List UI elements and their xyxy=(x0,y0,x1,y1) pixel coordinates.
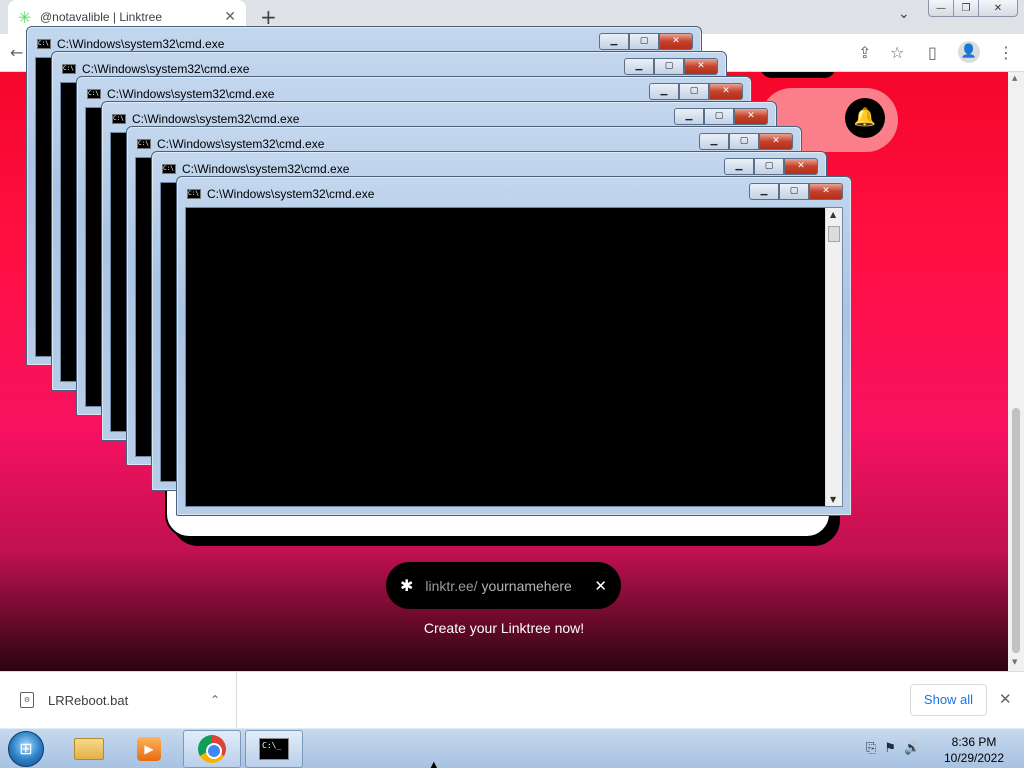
download-file-name: LRReboot.bat xyxy=(48,692,129,708)
page-scrollbar[interactable]: ▲ ▼ xyxy=(1008,72,1024,671)
side-panel-icon[interactable]: ▯ xyxy=(928,43,937,62)
bookmark-star-icon[interactable]: ☆ xyxy=(890,43,904,62)
cmd-window-title: C:\Windows\system32\cmd.exe xyxy=(132,112,300,126)
taskbar-chrome[interactable] xyxy=(183,730,241,768)
cmd-window-title: C:\Windows\system32\cmd.exe xyxy=(107,87,275,101)
window-maximize-button[interactable]: ❐ xyxy=(953,0,979,17)
cmd-maximize-button[interactable]: ▢ xyxy=(729,133,759,150)
clock[interactable]: 8:36 PM 10/29/2022 xyxy=(936,734,1012,766)
linktree-asterisk-icon: ✱ xyxy=(400,576,414,595)
mouse-cursor-icon: ▲ xyxy=(430,760,438,768)
cmd-icon: C:\_ xyxy=(259,738,289,760)
cmd-window-title: C:\Windows\system32\cmd.exe xyxy=(207,187,375,201)
cmd-close-button[interactable]: ✕ xyxy=(759,133,793,150)
tab-search-icon[interactable]: ⌄ xyxy=(898,6,910,22)
scroll-up-icon[interactable]: ▲ xyxy=(1012,74,1017,82)
claim-username-bar[interactable]: ✱ linktr.ee/ yournamehere ✕ xyxy=(386,562,621,609)
share-icon[interactable]: ⇪ xyxy=(858,43,871,62)
start-button[interactable]: ⊞ xyxy=(8,731,44,767)
cmd-close-button[interactable]: ✕ xyxy=(659,33,693,50)
cmd-window-title: C:\Windows\system32\cmd.exe xyxy=(82,62,250,76)
scroll-up-icon[interactable]: ▲ xyxy=(830,210,836,219)
close-downloads-icon[interactable]: ✕ xyxy=(999,690,1012,708)
network-icon[interactable]: ⎘ xyxy=(866,741,876,756)
cta-text[interactable]: Create your Linktree now! xyxy=(0,620,1008,636)
bell-icon[interactable]: 🔔 xyxy=(845,98,885,138)
profile-avatar-icon[interactable]: 👤 xyxy=(958,41,980,63)
folder-icon xyxy=(74,738,104,760)
download-item[interactable]: ⚙ LRReboot.bat ⌃ xyxy=(0,672,237,728)
username-input[interactable]: yournamehere xyxy=(482,578,595,594)
downloads-bar: ⚙ LRReboot.bat ⌃ Show all ✕ xyxy=(0,671,1024,728)
cmd-icon: C:\ xyxy=(112,114,126,124)
menu-kebab-icon[interactable]: ⋮ xyxy=(998,43,1014,62)
tab-title: @notavalible | Linktree xyxy=(40,10,163,24)
cmd-close-button[interactable]: ✕ xyxy=(784,158,818,175)
show-all-button[interactable]: Show all xyxy=(910,684,987,716)
cmd-maximize-button[interactable]: ▢ xyxy=(629,33,659,50)
chrome-icon xyxy=(198,735,226,763)
taskbar-explorer[interactable] xyxy=(60,730,118,768)
cmd-window-title: C:\Windows\system32\cmd.exe xyxy=(182,162,350,176)
cmd-icon: C:\ xyxy=(62,64,76,74)
scroll-down-icon[interactable]: ▼ xyxy=(1012,658,1017,666)
window-close-button[interactable]: ✕ xyxy=(978,0,1018,17)
back-arrow-icon[interactable]: ← xyxy=(10,43,23,62)
url-prefix: linktr.ee/ xyxy=(425,577,478,594)
cmd-console[interactable]: ▲▼ xyxy=(185,207,843,507)
cmd-minimize-button[interactable]: ▁ xyxy=(724,158,754,175)
cmd-minimize-button[interactable]: ▁ xyxy=(649,83,679,100)
cmd-icon: C:\ xyxy=(37,39,51,49)
cmd-minimize-button[interactable]: ▁ xyxy=(674,108,704,125)
cmd-window-title: C:\Windows\system32\cmd.exe xyxy=(157,137,325,151)
cmd-minimize-button[interactable]: ▁ xyxy=(599,33,629,50)
media-player-icon: ▶ xyxy=(137,737,161,761)
taskbar-media-player[interactable]: ▶ xyxy=(120,730,178,768)
batch-file-icon: ⚙ xyxy=(20,692,34,708)
cmd-close-button[interactable]: ✕ xyxy=(809,183,843,200)
system-tray: ⎘ ⚑ 🔊 xyxy=(866,741,920,756)
volume-icon[interactable]: 🔊 xyxy=(904,741,920,756)
cmd-maximize-button[interactable]: ▢ xyxy=(779,183,809,200)
claim-close-icon[interactable]: ✕ xyxy=(594,577,607,595)
scroll-down-icon[interactable]: ▼ xyxy=(830,495,836,504)
tab-close-icon[interactable]: ✕ xyxy=(224,9,236,25)
window-minimize-button[interactable]: — xyxy=(928,0,954,17)
header-shape xyxy=(760,72,836,78)
windows-taskbar: ⊞ ▶ C:\_ ⎘ ⚑ 🔊 8:36 PM 10/29/2022 xyxy=(0,728,1024,768)
cmd-scrollbar[interactable]: ▲▼ xyxy=(825,208,842,506)
cmd-minimize-button[interactable]: ▁ xyxy=(624,58,654,75)
cmd-close-button[interactable]: ✕ xyxy=(734,108,768,125)
cmd-maximize-button[interactable]: ▢ xyxy=(679,83,709,100)
clock-date: 10/29/2022 xyxy=(943,751,1005,765)
cmd-window-title: C:\Windows\system32\cmd.exe xyxy=(57,37,225,51)
cmd-scroll-thumb[interactable] xyxy=(828,226,840,242)
cmd-icon: C:\ xyxy=(87,89,101,99)
cmd-minimize-button[interactable]: ▁ xyxy=(699,133,729,150)
cmd-icon: C:\ xyxy=(187,189,201,199)
scroll-thumb[interactable] xyxy=(1012,408,1020,653)
cmd-minimize-button[interactable]: ▁ xyxy=(749,183,779,200)
action-center-icon[interactable]: ⚑ xyxy=(884,741,896,756)
linktree-favicon-icon: ✳ xyxy=(18,7,32,27)
chevron-up-icon[interactable]: ⌃ xyxy=(210,693,220,707)
cmd-icon: C:\ xyxy=(137,139,151,149)
cmd-close-button[interactable]: ✕ xyxy=(684,58,718,75)
cmd-maximize-button[interactable]: ▢ xyxy=(704,108,734,125)
taskbar-cmd[interactable]: C:\_ xyxy=(245,730,303,768)
clock-time: 8:36 PM xyxy=(951,735,997,749)
cmd-maximize-button[interactable]: ▢ xyxy=(654,58,684,75)
cmd-maximize-button[interactable]: ▢ xyxy=(754,158,784,175)
cmd-window[interactable]: C:\C:\Windows\system32\cmd.exe ▁▢✕ ▲▼ xyxy=(176,176,852,516)
cmd-close-button[interactable]: ✕ xyxy=(709,83,743,100)
cmd-icon: C:\ xyxy=(162,164,176,174)
